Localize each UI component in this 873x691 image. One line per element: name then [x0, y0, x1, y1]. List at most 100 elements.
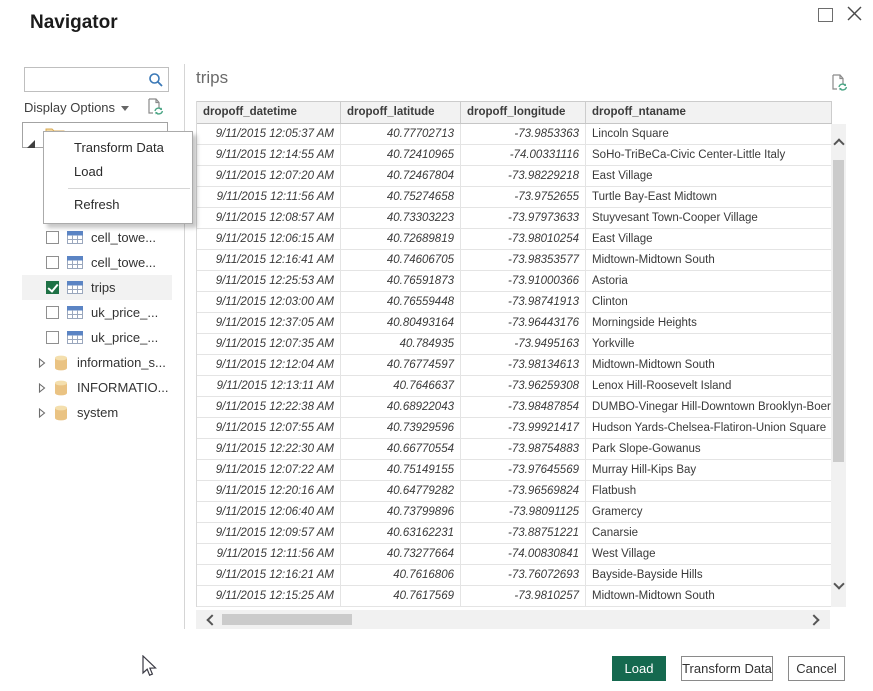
column-header-dropoff_longitude[interactable]: dropoff_longitude [461, 102, 586, 123]
load-button[interactable]: Load [612, 656, 666, 681]
table-row: 9/11/2015 12:08:57 AM40.73303223-73.9797… [197, 208, 832, 229]
chevron-right-icon[interactable] [38, 408, 46, 418]
table-cell: Bayside-Bayside Hills [586, 565, 832, 585]
checkbox-checked[interactable] [46, 281, 59, 294]
table-cell: 40.72467804 [341, 166, 461, 186]
scroll-left-icon[interactable] [206, 614, 217, 625]
table-cell: Midtown-Midtown South [586, 250, 832, 270]
table-cell: -74.00331116 [461, 145, 586, 165]
search-box[interactable] [24, 67, 169, 92]
table-cell: Morningside Heights [586, 313, 832, 333]
table-cell: 9/11/2015 12:16:41 AM [197, 250, 341, 270]
table-cell: 9/11/2015 12:12:04 AM [197, 355, 341, 375]
table-row: 9/11/2015 12:07:35 AM40.784935-73.949516… [197, 334, 832, 355]
table-row: 9/11/2015 12:22:38 AM40.68922043-73.9848… [197, 397, 832, 418]
nav-tree: cell_towe...cell_towe...cell_towe...trip… [22, 200, 172, 425]
table-cell: Lincoln Square [586, 124, 832, 144]
table-cell: Turtle Bay-East Midtown [586, 187, 832, 207]
tree-item-cell-towe[interactable]: cell_towe... [22, 225, 172, 250]
table-row: 9/11/2015 12:16:21 AM40.7616806-73.76072… [197, 565, 832, 586]
table-cell: -73.9810257 [461, 586, 586, 606]
tree-item-label: cell_towe... [91, 255, 156, 270]
refresh-document-icon[interactable] [830, 74, 848, 99]
maximize-button[interactable] [818, 8, 833, 22]
table-cell: Murray Hill-Kips Bay [586, 460, 832, 480]
chevron-down-icon [121, 106, 129, 111]
horizontal-scrollbar-thumb[interactable] [222, 614, 352, 625]
table-row: 9/11/2015 12:07:20 AM40.72467804-73.9822… [197, 166, 832, 187]
vertical-scrollbar[interactable] [831, 124, 846, 607]
close-icon[interactable] [846, 5, 863, 22]
tree-expanded-arrow-icon[interactable] [27, 136, 36, 154]
table-cell: Gramercy [586, 502, 832, 522]
table-row: 9/11/2015 12:07:55 AM40.73929596-73.9992… [197, 418, 832, 439]
table-cell: 9/11/2015 12:22:30 AM [197, 439, 341, 459]
table-cell: -74.00830841 [461, 544, 586, 564]
tree-item-informatio[interactable]: INFORMATIO... [22, 375, 172, 400]
table-cell: 40.784935 [341, 334, 461, 354]
table-cell: 40.77702713 [341, 124, 461, 144]
vertical-scrollbar-thumb[interactable] [833, 160, 844, 462]
table-cell: -73.76072693 [461, 565, 586, 585]
table-row: 9/11/2015 12:05:37 AM40.77702713-73.9853… [197, 124, 832, 145]
cancel-button[interactable]: Cancel [788, 656, 845, 681]
table-cell: 40.73277664 [341, 544, 461, 564]
checkbox-unchecked[interactable] [46, 256, 59, 269]
menu-item-refresh[interactable]: Refresh [44, 193, 192, 217]
chevron-right-icon[interactable] [38, 358, 46, 368]
table-cell: West Village [586, 544, 832, 564]
table-cell: SoHo-TriBeCa-Civic Center-Little Italy [586, 145, 832, 165]
horizontal-scrollbar[interactable] [196, 610, 830, 629]
tree-item-cell-towe[interactable]: cell_towe... [22, 250, 172, 275]
menu-separator [68, 188, 190, 189]
table-row: 9/11/2015 12:06:15 AM40.72689819-73.9801… [197, 229, 832, 250]
table-cell: Park Slope-Gowanus [586, 439, 832, 459]
tree-item-trips[interactable]: trips [22, 275, 172, 300]
database-cylinder-icon [54, 355, 68, 371]
checkbox-unchecked[interactable] [46, 331, 59, 344]
table-cell: -73.98229218 [461, 166, 586, 186]
table-cell: -73.9853363 [461, 124, 586, 144]
table-cell: 9/11/2015 12:06:40 AM [197, 502, 341, 522]
database-cylinder-icon [54, 380, 68, 396]
refresh-document-icon[interactable] [146, 98, 164, 123]
scroll-right-icon[interactable] [808, 614, 819, 625]
table-cell: East Village [586, 166, 832, 186]
table-cell: Yorkville [586, 334, 832, 354]
table-cell: -73.98010254 [461, 229, 586, 249]
table-cell: Midtown-Midtown South [586, 355, 832, 375]
column-header-dropoff_latitude[interactable]: dropoff_latitude [341, 102, 461, 123]
table-cell: 9/11/2015 12:08:57 AM [197, 208, 341, 228]
tree-item-uk-price[interactable]: uk_price_... [22, 300, 172, 325]
tree-item-label: system [77, 405, 118, 420]
chevron-right-icon[interactable] [38, 383, 46, 393]
menu-item-transform-data[interactable]: Transform Data [44, 136, 192, 160]
search-input[interactable] [29, 70, 148, 90]
transform-data-button[interactable]: Transform Data [681, 656, 773, 681]
mouse-cursor [142, 655, 162, 682]
checkbox-unchecked[interactable] [46, 306, 59, 319]
tree-item-information-s[interactable]: information_s... [22, 350, 172, 375]
table-row: 9/11/2015 12:16:41 AM40.74606705-73.9835… [197, 250, 832, 271]
scroll-down-icon[interactable] [833, 578, 844, 589]
table-cell: Astoria [586, 271, 832, 291]
table-icon [67, 306, 83, 319]
table-cell: 40.63162231 [341, 523, 461, 543]
tree-item-label: information_s... [77, 355, 166, 370]
column-header-dropoff_ntaname[interactable]: dropoff_ntaname [586, 102, 832, 123]
scroll-up-icon[interactable] [833, 138, 844, 149]
tree-item-label: uk_price_... [91, 305, 158, 320]
database-cylinder-icon [54, 405, 68, 421]
table-body: 9/11/2015 12:05:37 AM40.77702713-73.9853… [197, 124, 832, 607]
table-cell: 9/11/2015 12:07:20 AM [197, 166, 341, 186]
table-cell: -73.98487854 [461, 397, 586, 417]
search-icon[interactable] [148, 72, 164, 93]
table-cell: 9/11/2015 12:13:11 AM [197, 376, 341, 396]
display-options-dropdown[interactable]: Display Options [24, 100, 129, 115]
column-header-dropoff_datetime[interactable]: dropoff_datetime [197, 102, 341, 123]
menu-item-load[interactable]: Load [44, 160, 192, 184]
tree-item-system[interactable]: system [22, 400, 172, 425]
checkbox-unchecked[interactable] [46, 231, 59, 244]
preview-title: trips [196, 68, 228, 88]
tree-item-uk-price[interactable]: uk_price_... [22, 325, 172, 350]
